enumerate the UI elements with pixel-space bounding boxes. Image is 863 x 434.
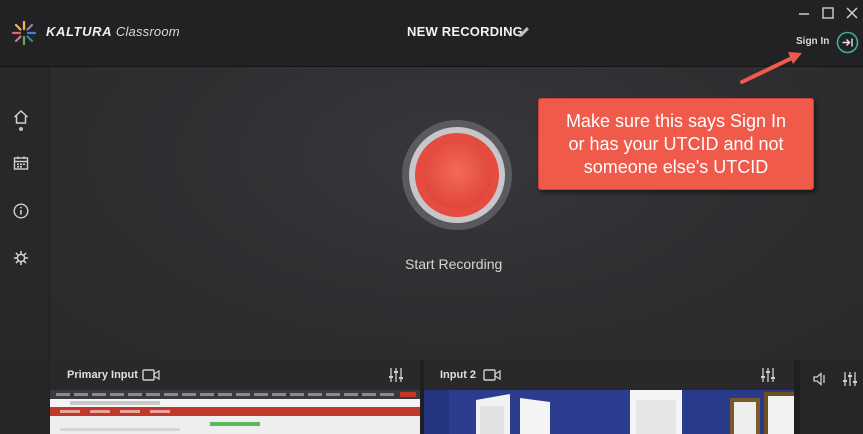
annotation-arrow-icon (740, 52, 802, 84)
camera-feed-thumbnail (424, 390, 794, 434)
calendar-icon[interactable] (12, 154, 30, 172)
mixer-icon[interactable] (388, 367, 404, 383)
camera-icon[interactable] (142, 368, 160, 382)
camera-icon[interactable] (483, 368, 501, 382)
active-indicator (19, 127, 23, 131)
sign-in-icon[interactable] (836, 31, 859, 54)
info-icon[interactable] (12, 202, 30, 220)
callout-line: Make sure this says Sign In (565, 111, 787, 131)
close-icon[interactable] (845, 6, 859, 20)
recording-title[interactable]: NEW RECORDING (407, 24, 523, 39)
brand-product: Classroom (115, 24, 180, 39)
callout-line: someone else's UTCID (583, 157, 769, 177)
primary-input-preview (50, 390, 420, 434)
input-2-header (424, 360, 794, 390)
input-2-preview (424, 390, 794, 434)
annotation-callout: Make sure this says Sign In or has your … (538, 98, 814, 190)
home-icon[interactable] (12, 108, 30, 126)
app-brand: KALTURA Classroom (46, 24, 180, 39)
inputs-bar-spacer (0, 360, 49, 434)
pencil-icon[interactable] (517, 25, 531, 39)
callout-line: or has your UTCID and not (568, 134, 784, 154)
speaker-icon[interactable] (812, 371, 828, 387)
screen-capture-thumbnail (50, 390, 420, 434)
gear-icon[interactable] (12, 249, 30, 267)
brand-name: KALTURA (46, 24, 113, 39)
primary-input-label: Primary Input (67, 369, 138, 381)
input-2-label: Input 2 (440, 369, 477, 381)
minimize-icon[interactable] (797, 6, 811, 20)
kaltura-logo-icon (11, 20, 37, 46)
mixer-icon[interactable] (842, 371, 858, 387)
maximize-icon[interactable] (821, 6, 835, 20)
mixer-icon[interactable] (760, 367, 776, 383)
record-icon (423, 141, 491, 209)
start-recording-label[interactable]: Start Recording (405, 256, 502, 272)
start-recording-button[interactable] (402, 120, 512, 230)
sign-in-link[interactable]: Sign In (796, 36, 829, 47)
